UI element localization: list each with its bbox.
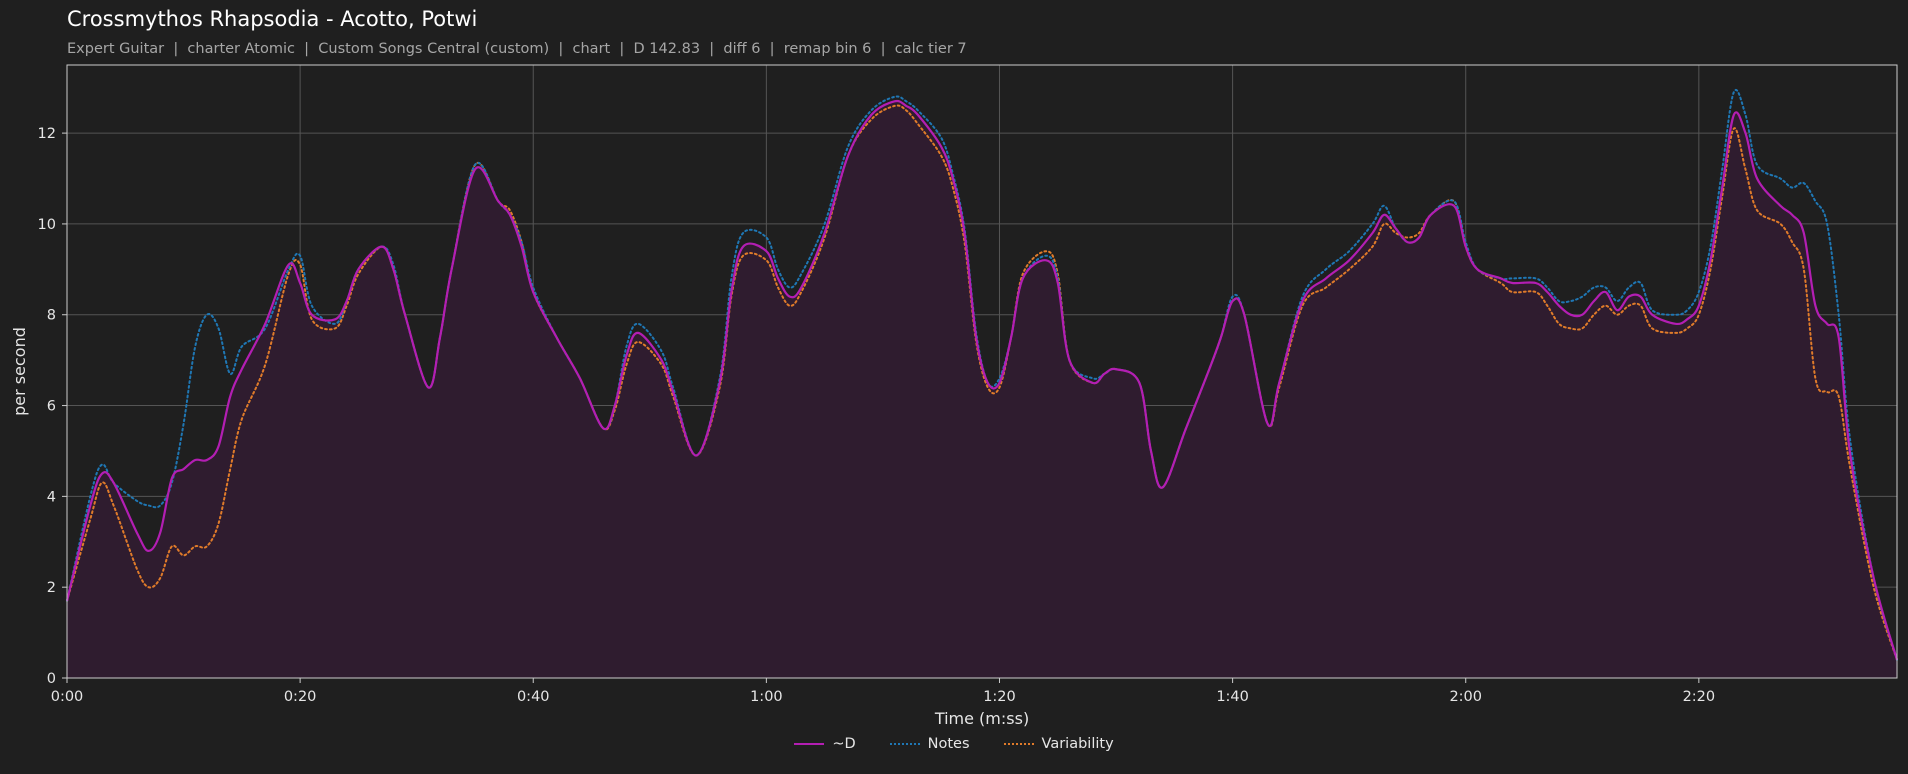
x-tick-label: 1:40: [1216, 689, 1249, 705]
legend-item-variability: Variability: [1003, 736, 1114, 752]
legend: ~D Notes Variability: [0, 736, 1908, 752]
x-tick-label: 1:20: [983, 689, 1016, 705]
legend-swatch-notes: [889, 743, 920, 745]
x-tick-label: 1:00: [750, 689, 783, 705]
x-axis-label: Time (m:ss): [934, 709, 1029, 728]
y-tick-label: 10: [38, 217, 56, 233]
legend-swatch-d: [794, 743, 825, 745]
x-tick-label: 0:00: [51, 689, 84, 705]
y-tick-label: 4: [47, 489, 56, 505]
legend-swatch-variability: [1003, 743, 1034, 745]
legend-item-d: ~D: [794, 736, 856, 752]
x-tick-label: 0:40: [517, 689, 550, 705]
y-tick-label: 0: [47, 671, 56, 687]
legend-label-notes: Notes: [927, 736, 970, 752]
y-tick-label: 2: [47, 580, 56, 596]
chart-svg: 0:00 0:20 0:40 1:00 1:20 1:40 2:00 2:20 0 2 4 6 8 10 1…: [10, 64, 1899, 728]
legend-item-notes: Notes: [889, 736, 970, 752]
x-tick-label: 0:20: [284, 689, 317, 705]
y-tick-label: 8: [47, 308, 56, 324]
legend-label-variability: Variability: [1041, 736, 1114, 752]
x-tick-label: 2:00: [1449, 689, 1482, 705]
y-tick-label: 6: [47, 399, 56, 415]
x-tick-label: 2:20: [1683, 689, 1716, 705]
legend-label-d: ~D: [832, 736, 856, 752]
y-tick-label: 12: [38, 126, 56, 142]
y-axis-label: per second: [10, 327, 29, 416]
